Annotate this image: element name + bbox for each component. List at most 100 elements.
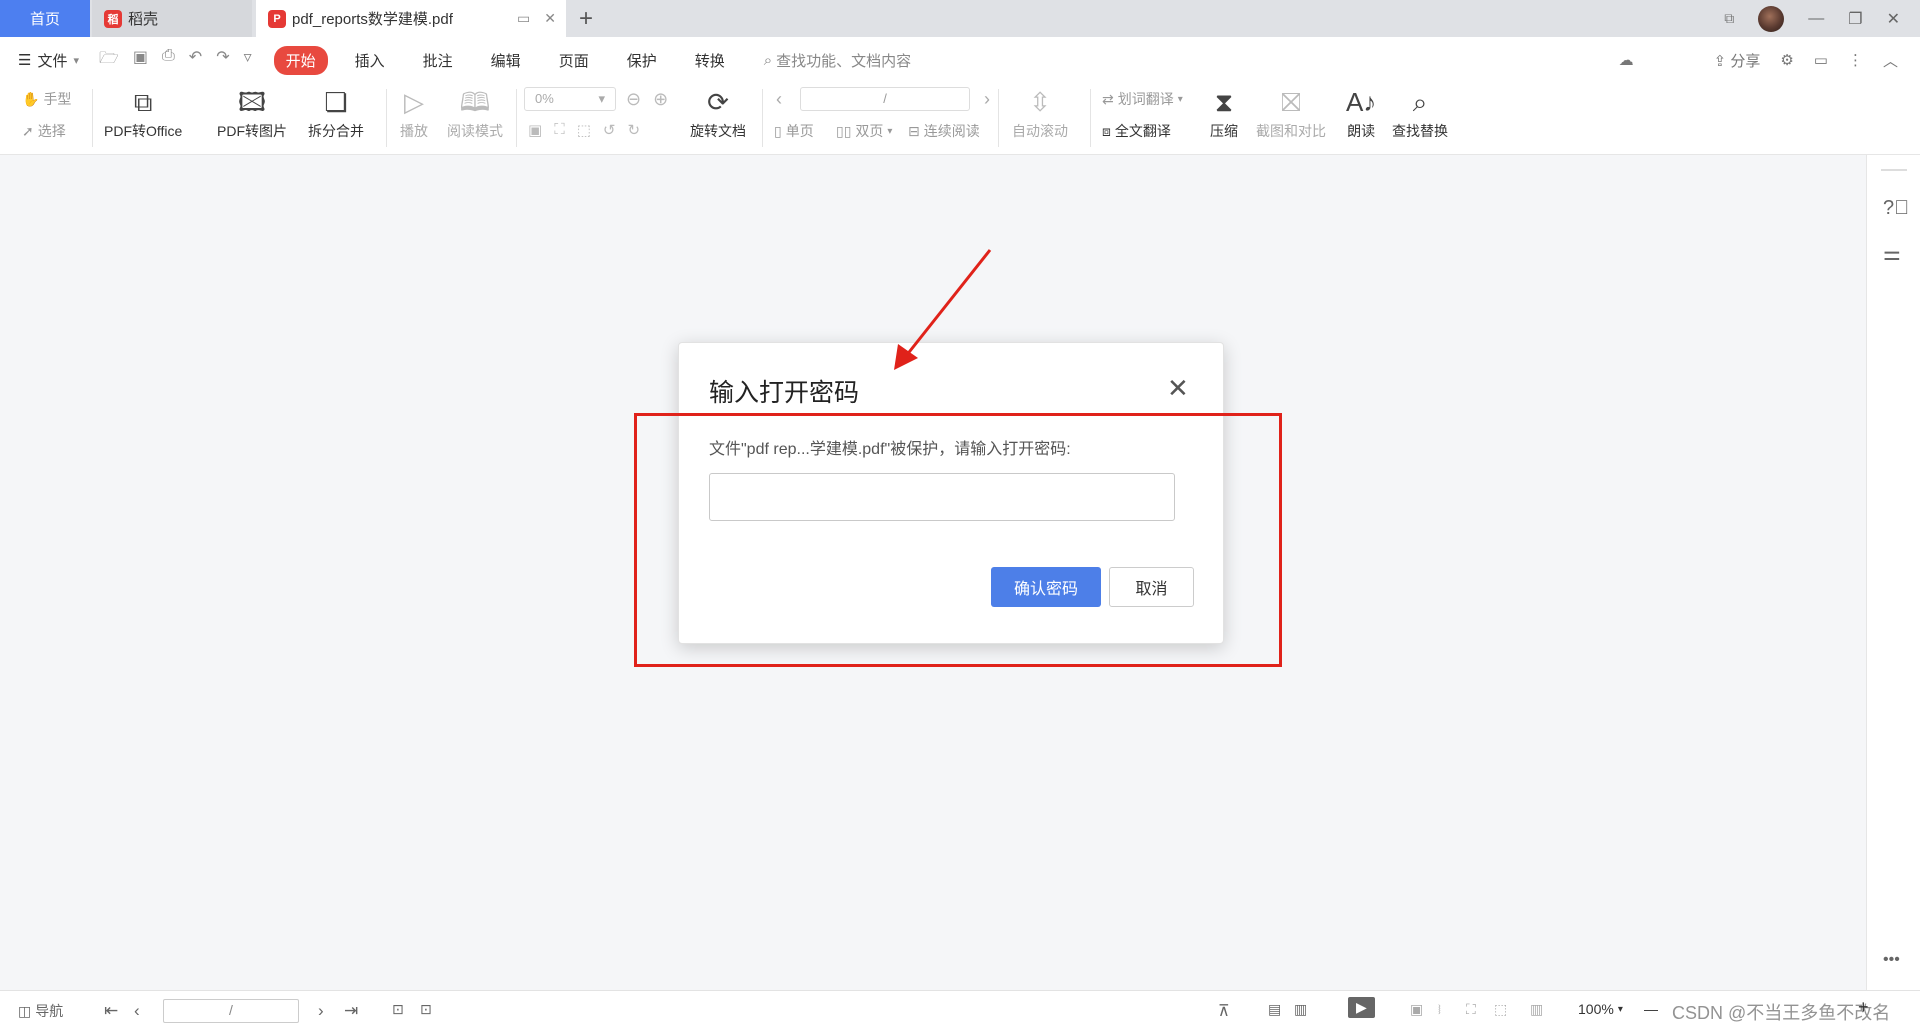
menu-protect[interactable]: 保护 [627, 50, 657, 71]
tab-document[interactable]: P pdf_reports数学建模.pdf ▭ ✕ [256, 0, 566, 37]
rotate-left-icon[interactable]: ↺ [603, 121, 616, 139]
zoom-in-icon[interactable]: + [1858, 997, 1869, 1018]
redo-icon[interactable]: ↷ [216, 47, 229, 74]
fit-page-icon[interactable]: ⛶ [1466, 1001, 1476, 1018]
zoom-controls: ⊖ ⊕ [626, 89, 668, 110]
rotate-document-icon: ⟳ [707, 87, 729, 117]
comment-icon[interactable]: ▭ [1814, 51, 1828, 69]
compare-view-icon[interactable]: ▥ [1530, 1001, 1543, 1018]
select-tool[interactable]: ➚ 选择 [22, 121, 66, 141]
zoom-out-icon[interactable]: — [1644, 1001, 1658, 1017]
double-page-button[interactable]: ▯▯ 双页 ▾ [836, 121, 892, 141]
more-horizontal-icon[interactable]: ••• [1883, 951, 1900, 969]
split-merge-button[interactable]: ❏ 拆分合并 [308, 87, 364, 141]
read-aloud-button[interactable]: A♪ 朗读 [1346, 87, 1376, 141]
customize-icon[interactable]: ▿ [244, 47, 252, 74]
menu-start[interactable]: 开始 [273, 45, 328, 75]
status-page-input[interactable]: / [163, 999, 299, 1023]
close-tab-icon[interactable]: ✕ [544, 10, 556, 27]
function-search[interactable]: ⌕ 查找功能、文档内容 [764, 50, 911, 71]
image-icon: 🖾 [237, 87, 267, 117]
fit-width-icon[interactable]: ⬚ [577, 121, 591, 139]
avatar[interactable] [1758, 5, 1785, 32]
share-label: 分享 [1730, 52, 1761, 70]
single-page-view-icon[interactable]: ▤ [1268, 1001, 1281, 1018]
cloud-sync-icon[interactable]: ☁ [1619, 51, 1634, 69]
menu-page[interactable]: 页面 [559, 50, 589, 71]
page-number-input[interactable]: / [800, 87, 970, 111]
menu-annotate[interactable]: 批注 [423, 50, 453, 71]
continuous-read-button[interactable]: ⊟ 连续阅读 [908, 121, 980, 141]
full-translate-icon: ⧈ [1102, 122, 1111, 139]
share-button[interactable]: ⇪ 分享 [1714, 50, 1761, 71]
screenshot-compare-button[interactable]: ⛝ 截图和对比 [1256, 87, 1326, 141]
save-icon[interactable]: ▣ [133, 47, 148, 74]
forward-icon[interactable]: ⊡ [420, 1001, 432, 1018]
print-icon[interactable]: ⎙ [162, 47, 175, 74]
fit-page-icon[interactable]: ⛶ [554, 121, 565, 139]
next-page-icon[interactable]: › [318, 1001, 324, 1021]
sidebar-icon: ◫ [18, 1002, 32, 1019]
layout-switch-icon[interactable]: ⧉ [1724, 10, 1734, 27]
close-window-icon[interactable]: ✕ [1887, 9, 1900, 29]
close-icon[interactable]: ✕ [1167, 373, 1189, 404]
dialog-message: 文件"pdf rep...学建模.pdf"被保护，请输入打开密码: [709, 441, 1071, 458]
first-page-icon[interactable]: ⇤ [104, 1001, 118, 1021]
rotate-icon[interactable]: ⬚ [1494, 1001, 1507, 1018]
menu-convert[interactable]: 转换 [695, 50, 725, 71]
single-page-button[interactable]: ▯ 单页 [774, 121, 814, 141]
file-menu-label: 文件 [37, 52, 68, 70]
open-folder-icon[interactable]: 🗁 [99, 47, 119, 74]
confirm-password-button[interactable]: 确认密码 [991, 567, 1101, 607]
navigation-label: 导航 [35, 1003, 64, 1019]
new-tab-button[interactable]: + [566, 0, 606, 37]
play-button[interactable]: ▷ 播放 [400, 87, 428, 141]
zoom-out-icon[interactable]: ⊖ [626, 89, 641, 110]
restore-icon[interactable]: ❐ [1848, 9, 1862, 29]
compress-button[interactable]: ⧗ 压缩 [1210, 87, 1238, 141]
settings-sliders-icon[interactable]: ⚌ [1883, 241, 1901, 266]
zoom-select[interactable]: 0% ▾ [524, 87, 616, 111]
pdf-file-icon: P [268, 9, 286, 28]
read-mode-button[interactable]: 🕮 阅读模式 [447, 87, 503, 141]
last-page-icon[interactable]: ⇥ [344, 1001, 358, 1021]
find-replace-button[interactable]: ⌕ 查找替换 [1392, 87, 1448, 141]
menu-insert[interactable]: 插入 [355, 50, 385, 71]
zoom-in-icon[interactable]: ⊕ [653, 89, 668, 110]
navigation-toggle[interactable]: ◫ 导航 [18, 1001, 63, 1021]
ribbon: ✋ 手型 ➚ 选择 ⧉ PDF转Office 🖾 PDF转图片 ❏ 拆分合并 ▷ 播… [0, 83, 1920, 155]
word-translate-button[interactable]: ⇄ 划词翻译 ▾ [1102, 89, 1183, 109]
help-icon[interactable]: ?⃝ [1883, 197, 1909, 220]
double-page-view-icon[interactable]: ▥ [1294, 1001, 1307, 1018]
prev-page-icon[interactable]: ‹ [134, 1001, 140, 1021]
pdf-to-office-button[interactable]: ⧉ PDF转Office [104, 87, 182, 141]
next-page-icon[interactable]: › [984, 89, 990, 110]
actual-size-icon[interactable]: ▣ [528, 121, 542, 139]
collapse-ribbon-icon[interactable]: ︿ [1883, 50, 1898, 71]
divider [762, 89, 763, 147]
menu-edit[interactable]: 编辑 [491, 50, 521, 71]
hand-tool[interactable]: ✋ 手型 [22, 89, 71, 109]
tab-home[interactable]: 首页 [0, 0, 90, 37]
zoom-level[interactable]: 100% ▾ [1578, 1001, 1623, 1017]
fit-height-icon[interactable]: ⊼ [1218, 1001, 1230, 1021]
pdf-to-image-button[interactable]: 🖾 PDF转图片 [217, 87, 287, 141]
password-input[interactable] [709, 473, 1175, 521]
tab-daoke[interactable]: 稻 稻壳 [92, 0, 252, 37]
cancel-button[interactable]: 取消 [1109, 567, 1194, 607]
auto-scroll-button[interactable]: ⇳ 自动滚动 [1012, 87, 1068, 141]
back-icon[interactable]: ⊡ [392, 1001, 404, 1018]
rotate-right-icon[interactable]: ↻ [627, 121, 640, 139]
pin-tab-icon[interactable]: ▭ [517, 10, 530, 27]
play-slideshow-icon[interactable]: ▶ [1348, 997, 1375, 1018]
minimize-icon[interactable]: — [1808, 10, 1824, 28]
fit-width-icon[interactable]: ⧘ [1438, 1001, 1441, 1018]
undo-icon[interactable]: ↶ [189, 47, 202, 74]
rotate-document-button[interactable]: ⟳ 旋转文档 [690, 87, 746, 141]
file-menu[interactable]: ☰ 文件 ▾ [18, 50, 79, 71]
prev-page-icon[interactable]: ‹ [776, 89, 782, 110]
full-translate-button[interactable]: ⧈ 全文翻译 [1102, 121, 1171, 141]
settings-gear-icon[interactable]: ⚙ [1780, 51, 1793, 69]
actual-size-icon[interactable]: ▣ [1410, 1001, 1423, 1018]
more-vertical-icon[interactable]: ⋮ [1848, 51, 1863, 69]
